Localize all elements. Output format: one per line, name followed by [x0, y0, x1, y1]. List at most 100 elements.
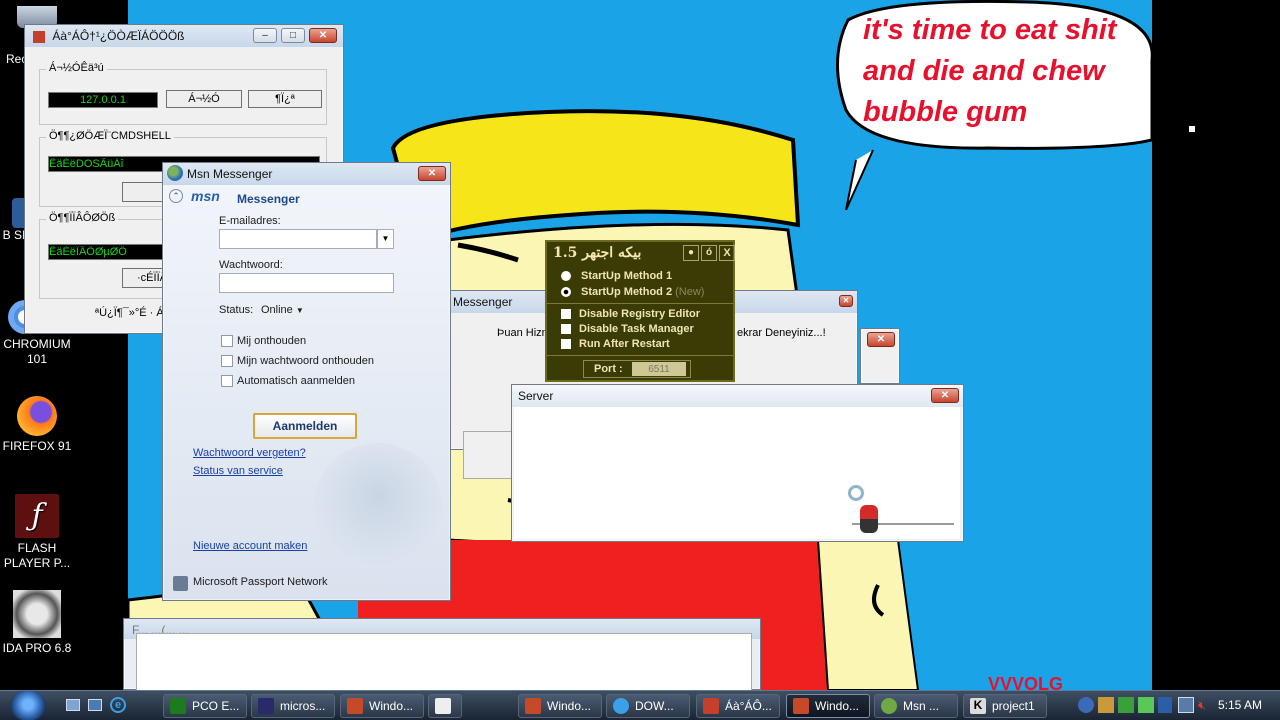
taskbar-label: Áà°ÁÔ...	[725, 699, 772, 713]
app-icon	[613, 698, 629, 714]
close-button[interactable]: ✕	[867, 332, 895, 347]
app-icon	[347, 698, 363, 714]
app-icon	[33, 30, 45, 43]
close-button[interactable]: ✕	[309, 28, 337, 43]
desktop-icon-label: FLASH PLAYER P...	[3, 541, 71, 570]
msn-logo: msn	[191, 188, 220, 204]
remember-me-checkbox[interactable]	[221, 335, 233, 347]
taskbar-label: project1	[992, 699, 1035, 713]
lock-button[interactable]: ó	[701, 245, 717, 261]
taskbar-item[interactable]: Kproject1	[963, 694, 1047, 718]
desktop-icon-firefox[interactable]: FIREFOX 91	[0, 396, 74, 454]
option-run-after-restart[interactable]: Run After Restart	[561, 338, 670, 350]
show-desktop-icon[interactable]	[66, 699, 80, 711]
password-label: Wachtwoord:	[219, 259, 283, 271]
option-label: Run After Restart	[579, 338, 670, 350]
desktop-icon-flash[interactable]: ƒ FLASH PLAYER P...	[0, 494, 74, 571]
divider	[547, 355, 733, 356]
speech-line: bubble gum	[863, 96, 1028, 128]
checkbox-icon	[561, 324, 571, 335]
email-label: E-mailadres:	[219, 215, 281, 227]
taskbar-item[interactable]: Áà°ÁÔ...	[696, 694, 780, 718]
checkbox-icon	[561, 309, 571, 320]
divider	[547, 303, 733, 304]
app-icon	[525, 698, 541, 714]
volume-muted-icon[interactable]: 🔇︎	[1198, 697, 1214, 713]
tray-display-icon[interactable]	[1178, 697, 1194, 713]
taskbar-item[interactable]	[428, 694, 462, 718]
tray-app-icon[interactable]	[1158, 697, 1172, 713]
passport-icon	[173, 576, 188, 591]
taskbar-item[interactable]: Windo...	[518, 694, 602, 718]
service-status-link[interactable]: Status van service	[193, 465, 283, 477]
msn-titlebar[interactable]: Msn Messenger	[163, 163, 450, 185]
disconnect-button[interactable]: ¶Ï¿ª	[248, 90, 322, 108]
connect-group: Á¬½ÓÊä³ú Á¬½Ó ¶Ï¿ª	[39, 62, 327, 125]
taskbar-item[interactable]: Windo...	[340, 694, 424, 718]
email-dropdown-chevron-icon[interactable]: ▼	[377, 229, 394, 249]
dialog-button[interactable]	[463, 431, 513, 479]
radio-icon-selected	[561, 287, 571, 298]
maximize-button[interactable]: □	[281, 28, 305, 43]
startup-method-2[interactable]: StartUp Method 2 (New)	[561, 286, 704, 298]
password-field[interactable]	[219, 273, 394, 293]
taskbar-item-active[interactable]: Windo...	[786, 694, 870, 718]
taskbar-item[interactable]: PCO E...	[163, 694, 247, 718]
connect-button[interactable]: Á¬½Ó	[166, 90, 242, 108]
minimize-button[interactable]: –	[253, 28, 277, 43]
close-button[interactable]: ✕	[839, 295, 853, 307]
port-input[interactable]	[632, 362, 686, 376]
taskbar-item[interactable]: DOW...	[606, 694, 690, 718]
msn-window: Msn Messenger ✕ ⌃ msn Messenger E-mailad…	[162, 162, 451, 601]
speech-line: it's time to eat shit	[863, 14, 1117, 46]
new-account-link[interactable]: Nieuwe account maken	[193, 540, 307, 552]
tray-network-icon[interactable]	[1078, 697, 1094, 713]
bottom-window: F... ...(... ...	[123, 618, 761, 691]
group-label: Á¬½ÓÊä³ú	[46, 62, 107, 74]
taskbar-item[interactable]: Msn ...	[874, 694, 958, 718]
close-button[interactable]: ✕	[931, 388, 959, 403]
close-button[interactable]: X	[719, 245, 735, 261]
status-text: ªÚ¿Ï¶¯»°É · Á	[95, 307, 164, 319]
background-window: ✕	[860, 328, 900, 384]
checkbox-label: Mij onthouden	[237, 335, 307, 347]
option-task-manager[interactable]: Disable Task Manager	[561, 323, 694, 335]
tray-app-icon[interactable]	[1118, 697, 1134, 713]
method-extra: (New)	[675, 286, 705, 298]
tray-app-icon[interactable]	[1098, 697, 1114, 713]
app-icon	[435, 698, 451, 714]
chevron-down-icon: ▼	[295, 306, 304, 315]
group-label: Ö¶¶ÏÏÂÔØÖß	[46, 212, 119, 224]
clock[interactable]: 5:15 AM	[1218, 698, 1262, 712]
method-label: StartUp Method	[581, 270, 663, 282]
auto-signin-checkbox[interactable]	[221, 375, 233, 387]
status-label: Status:	[219, 304, 254, 316]
close-button[interactable]: ✕	[418, 166, 446, 181]
app-icon	[703, 698, 719, 714]
startup-method-1[interactable]: StartUp Method 1	[561, 270, 672, 282]
status-dropdown[interactable]: Online ▼	[261, 304, 304, 316]
desktop-icon-ida[interactable]: IDA PRO 6.8	[0, 590, 74, 656]
internet-explorer-icon[interactable]: e	[110, 697, 126, 713]
tray-app-icon[interactable]	[1138, 697, 1154, 713]
taskbar-label: DOW...	[635, 699, 674, 713]
msn-buddy-icon	[167, 165, 183, 181]
signin-button[interactable]: Aanmelden	[253, 413, 357, 439]
ip-input[interactable]	[48, 92, 158, 108]
speech-line: and die and chew	[863, 55, 1105, 87]
switch-windows-icon[interactable]	[88, 699, 102, 711]
start-button[interactable]	[10, 691, 46, 720]
option-registry[interactable]: Disable Registry Editor	[561, 308, 700, 320]
email-field[interactable]	[219, 229, 377, 249]
remember-password-checkbox[interactable]	[221, 355, 233, 367]
server-content	[514, 407, 960, 539]
desktop-icon-label: FIREFOX 91	[2, 439, 72, 453]
minimize-button[interactable]: ●	[683, 245, 699, 261]
checkbox-label: Automatisch aanmelden	[237, 375, 356, 387]
taskbar-item[interactable]: micros...	[251, 694, 335, 718]
menu-chevron-icon[interactable]: ⌃	[169, 189, 183, 203]
status-value: Online	[261, 304, 293, 316]
server-window-titlebar[interactable]: Server	[512, 385, 963, 407]
mario-kart-icon	[860, 505, 878, 533]
forgot-password-link[interactable]: Wachtwoord vergeten?	[193, 447, 306, 459]
